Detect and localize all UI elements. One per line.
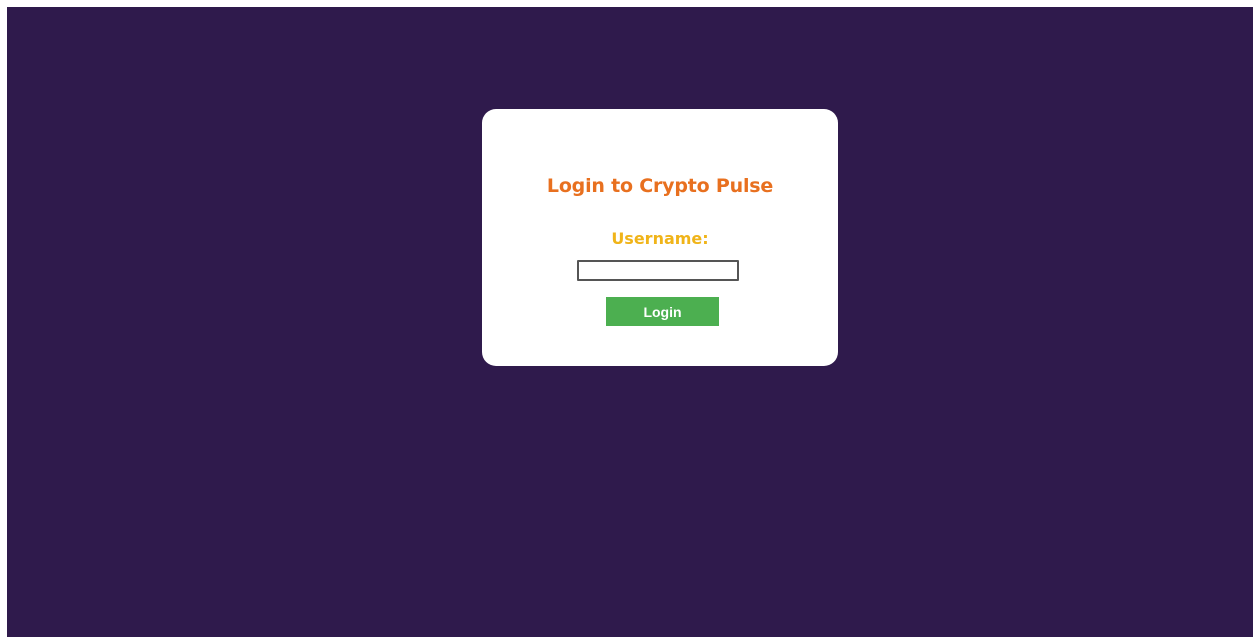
username-input[interactable] xyxy=(577,260,739,281)
login-button[interactable]: Login xyxy=(606,297,719,326)
login-title: Login to Crypto Pulse xyxy=(546,175,774,197)
login-card: Login to Crypto Pulse Username: Login xyxy=(482,109,838,366)
page-background: Login to Crypto Pulse Username: Login xyxy=(7,7,1253,637)
username-label: Username: xyxy=(611,229,709,248)
